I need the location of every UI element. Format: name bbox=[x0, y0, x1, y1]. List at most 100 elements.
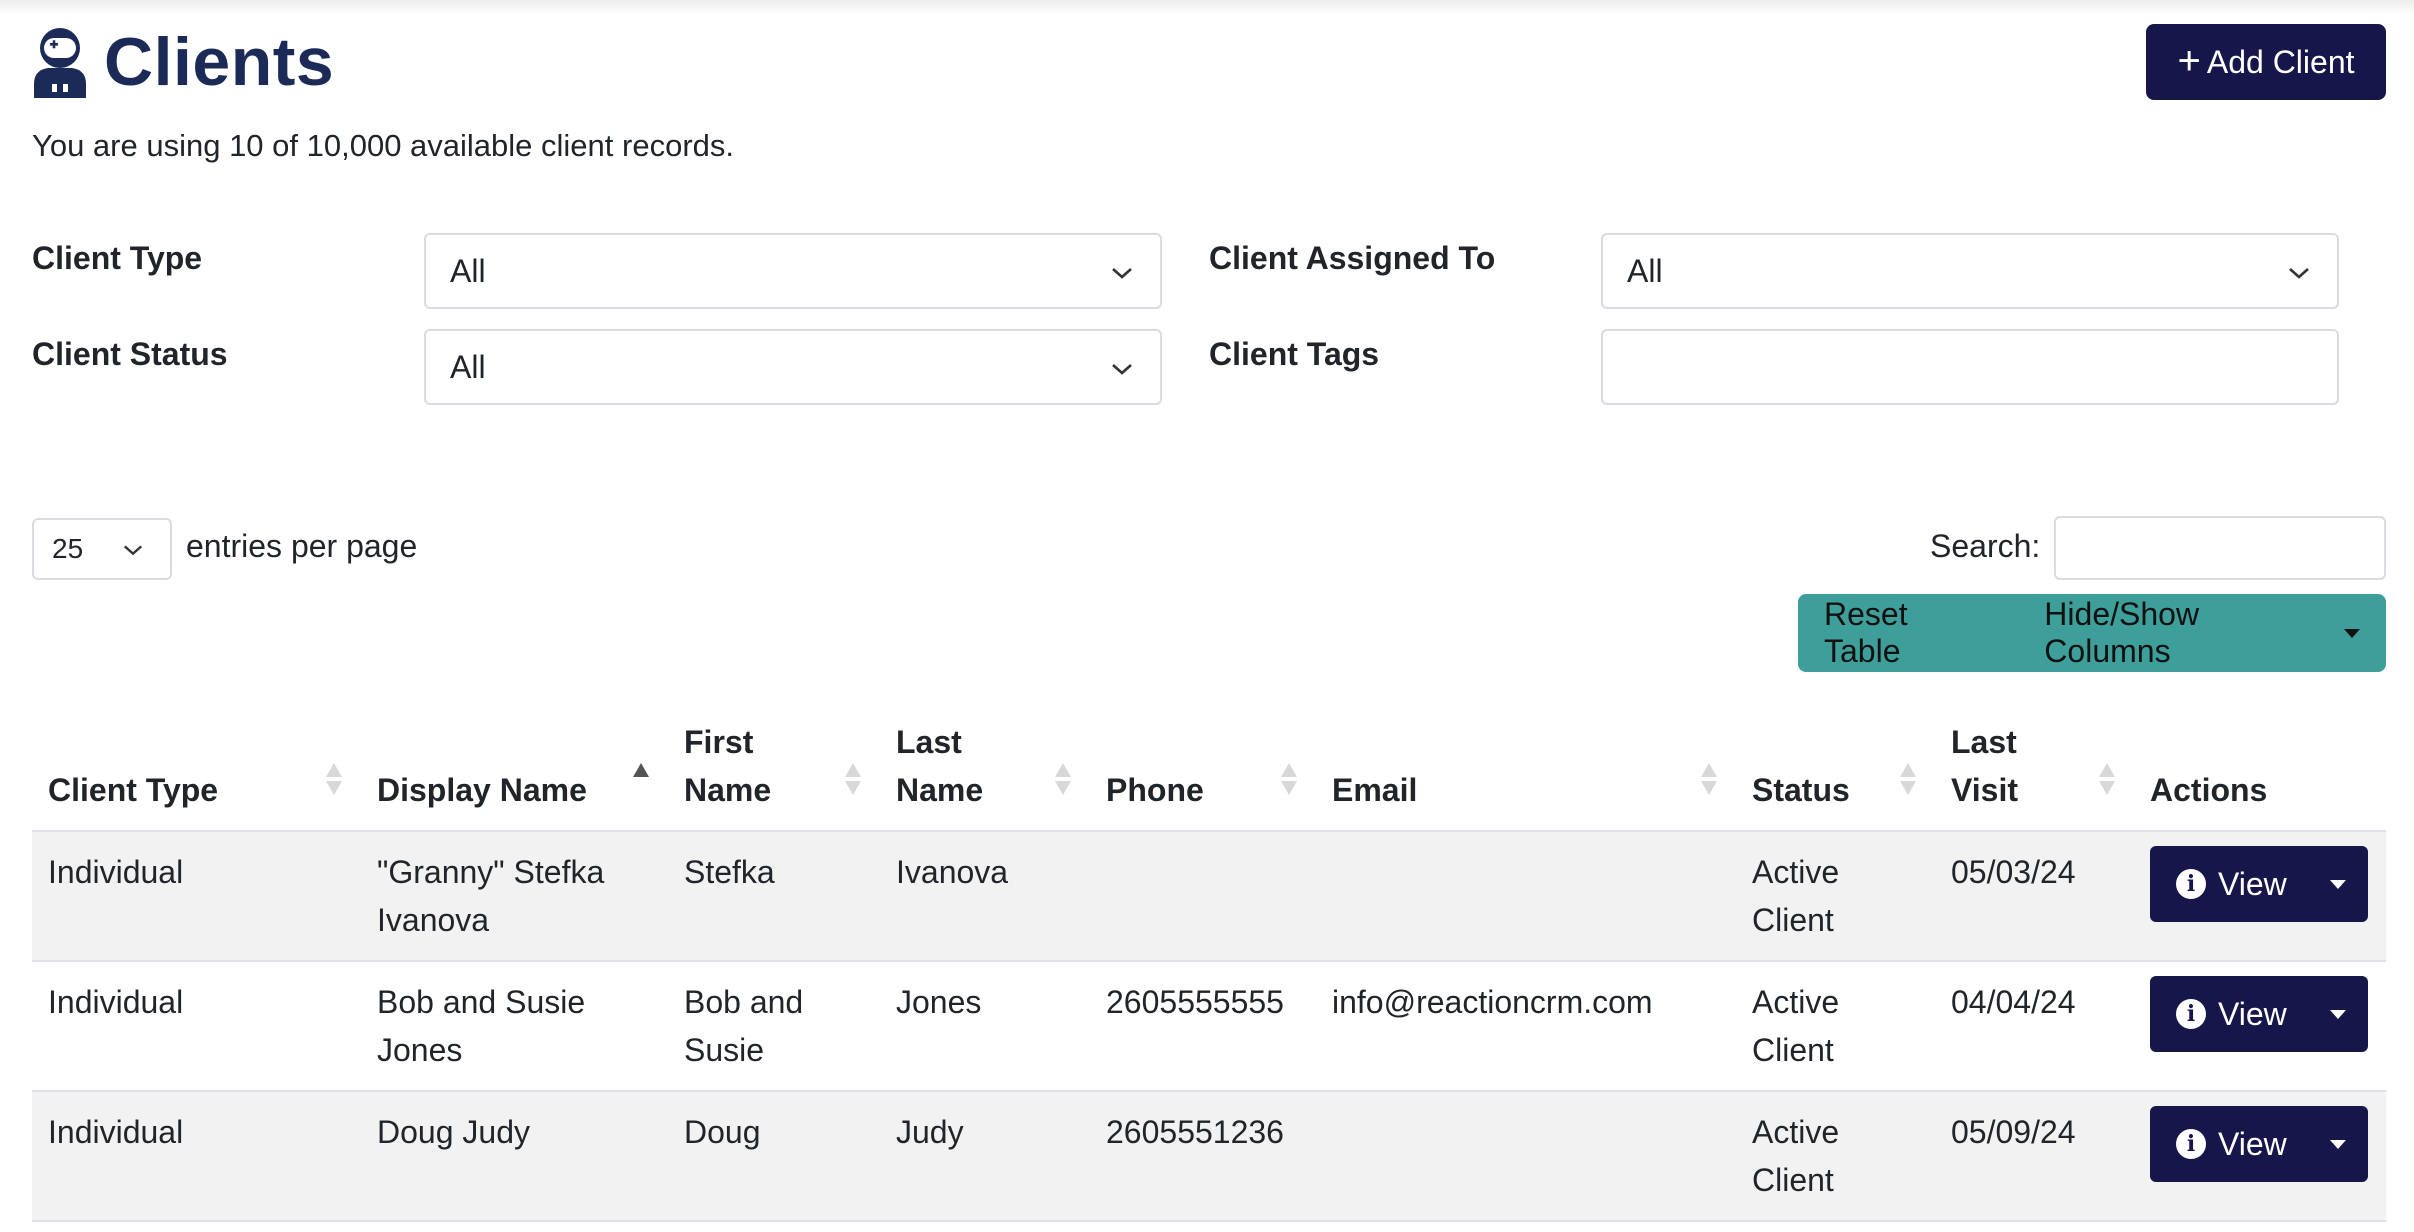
column-label: Actions bbox=[2150, 772, 2268, 808]
column-label: Display Name bbox=[377, 772, 587, 808]
sort-icon bbox=[2099, 763, 2115, 803]
cell-email: info@reactioncrm.com bbox=[1316, 961, 1736, 1092]
hide-show-columns-label: Hide/Show Columns bbox=[2044, 596, 2200, 669]
caret-down-icon bbox=[2330, 879, 2346, 889]
reset-table-button[interactable]: Reset Table bbox=[1798, 594, 2018, 672]
column-label: First Name bbox=[684, 724, 772, 808]
cell-actions: i View bbox=[2134, 1091, 2386, 1222]
add-client-button[interactable]: + Add Client bbox=[2146, 24, 2386, 100]
cell-display-name: Bob and Susie Jones bbox=[361, 961, 668, 1092]
chevron-down-icon bbox=[1112, 268, 1132, 279]
add-client-label: Add Client bbox=[2206, 43, 2355, 80]
cell-phone: 2605551236 bbox=[1090, 1091, 1316, 1222]
cell-last-visit: 04/04/24 bbox=[1935, 961, 2134, 1092]
cell-status: Active Client bbox=[1736, 831, 1935, 962]
client-tags-label: Client Tags bbox=[1209, 336, 1380, 372]
column-label: Last Visit bbox=[1951, 724, 2018, 808]
cell-last-name: Jones bbox=[880, 961, 1090, 1092]
cell-client-type: Individual bbox=[32, 831, 361, 962]
usage-text: You are using 10 of 10,000 available cli… bbox=[32, 128, 734, 163]
table-row: Individual "Granny" Stefka Ivanova Stefk… bbox=[32, 831, 2386, 962]
column-label: Phone bbox=[1106, 772, 1204, 808]
page-title: Clients bbox=[104, 24, 335, 100]
entries-per-page-label: entries per page bbox=[186, 528, 418, 564]
user-astronaut-icon bbox=[34, 28, 86, 98]
reset-table-label: Reset Table bbox=[1824, 596, 1908, 669]
sort-icon bbox=[845, 763, 861, 803]
view-label: View bbox=[2218, 996, 2287, 1032]
client-type-value: All bbox=[450, 252, 486, 289]
client-tags-input[interactable] bbox=[1601, 329, 2339, 405]
client-status-value: All bbox=[450, 348, 486, 385]
plus-icon: + bbox=[2177, 38, 2201, 83]
top-shadow bbox=[0, 0, 2414, 14]
client-type-label: Client Type bbox=[32, 240, 203, 276]
cell-display-name: "Granny" Stefka Ivanova bbox=[361, 831, 668, 962]
column-header-first-name[interactable]: First Name bbox=[668, 704, 880, 832]
hide-show-columns-button[interactable]: Hide/Show Columns bbox=[2018, 594, 2386, 672]
view-button-group: i View bbox=[2150, 846, 2368, 922]
view-button[interactable]: i View bbox=[2150, 990, 2308, 1038]
view-button-group: i View bbox=[2150, 976, 2368, 1052]
info-icon: i bbox=[2176, 869, 2206, 899]
caret-down-icon bbox=[2330, 1139, 2346, 1149]
info-icon: i bbox=[2176, 999, 2206, 1029]
column-header-email[interactable]: Email bbox=[1316, 704, 1736, 832]
cell-status: Active Client bbox=[1736, 1091, 1935, 1222]
cell-display-name: Doug Judy bbox=[361, 1091, 668, 1222]
view-dropdown-toggle[interactable] bbox=[2308, 846, 2368, 922]
sort-icon bbox=[1055, 763, 1071, 803]
info-icon: i bbox=[2176, 1129, 2206, 1159]
cell-last-name: Judy bbox=[880, 1091, 1090, 1222]
table-header-row: Client Type Display Name First Name Last… bbox=[32, 704, 2386, 832]
caret-down-icon bbox=[2344, 628, 2360, 638]
column-header-actions: Actions bbox=[2134, 704, 2386, 832]
chevron-down-icon bbox=[123, 545, 143, 556]
entries-per-page-select[interactable]: 25 bbox=[32, 518, 172, 580]
caret-down-icon bbox=[2330, 1009, 2346, 1019]
sort-ascending-icon bbox=[633, 763, 649, 803]
cell-first-name: Stefka bbox=[668, 831, 880, 962]
search-label: Search: bbox=[1930, 528, 2041, 564]
column-label: Email bbox=[1332, 772, 1418, 808]
client-type-select[interactable]: All bbox=[424, 233, 1162, 309]
sort-icon bbox=[326, 763, 342, 803]
column-header-display-name[interactable]: Display Name bbox=[361, 704, 668, 832]
page-header: Clients bbox=[30, 22, 334, 102]
sort-icon bbox=[1701, 763, 1717, 803]
column-label: Last Name bbox=[896, 724, 984, 808]
cell-actions: i View bbox=[2134, 961, 2386, 1092]
client-assigned-to-value: All bbox=[1627, 252, 1663, 289]
column-header-last-name[interactable]: Last Name bbox=[880, 704, 1090, 832]
column-header-last-visit[interactable]: Last Visit bbox=[1935, 704, 2134, 832]
clients-table: Client Type Display Name First Name Last… bbox=[32, 704, 2386, 1222]
view-label: View bbox=[2218, 866, 2287, 902]
column-label: Client Type bbox=[48, 772, 219, 808]
view-button[interactable]: i View bbox=[2150, 860, 2308, 908]
cell-actions: i View bbox=[2134, 831, 2386, 962]
cell-email bbox=[1316, 831, 1736, 962]
cell-last-visit: 05/03/24 bbox=[1935, 831, 2134, 962]
client-status-label: Client Status bbox=[32, 336, 228, 372]
table-row: Individual Bob and Susie Jones Bob and S… bbox=[32, 961, 2386, 1092]
entries-value: 25 bbox=[52, 533, 84, 564]
column-header-client-type[interactable]: Client Type bbox=[32, 704, 361, 832]
cell-status: Active Client bbox=[1736, 961, 1935, 1092]
view-dropdown-toggle[interactable] bbox=[2308, 1106, 2368, 1182]
column-header-status[interactable]: Status bbox=[1736, 704, 1935, 832]
chevron-down-icon bbox=[2289, 268, 2309, 279]
cell-phone: 2605555555 bbox=[1090, 961, 1316, 1092]
cell-email bbox=[1316, 1091, 1736, 1222]
cell-phone bbox=[1090, 831, 1316, 962]
table-button-group: Reset Table Hide/Show Columns bbox=[1798, 594, 2386, 672]
client-status-select[interactable]: All bbox=[424, 329, 1162, 405]
sort-icon bbox=[1281, 763, 1297, 803]
column-header-phone[interactable]: Phone bbox=[1090, 704, 1316, 832]
client-assigned-to-select[interactable]: All bbox=[1601, 233, 2339, 309]
view-dropdown-toggle[interactable] bbox=[2308, 976, 2368, 1052]
cell-last-name: Ivanova bbox=[880, 831, 1090, 962]
cell-first-name: Bob and Susie bbox=[668, 961, 880, 1092]
search-input[interactable] bbox=[2054, 516, 2386, 580]
view-button[interactable]: i View bbox=[2150, 1120, 2308, 1168]
view-button-group: i View bbox=[2150, 1106, 2368, 1182]
